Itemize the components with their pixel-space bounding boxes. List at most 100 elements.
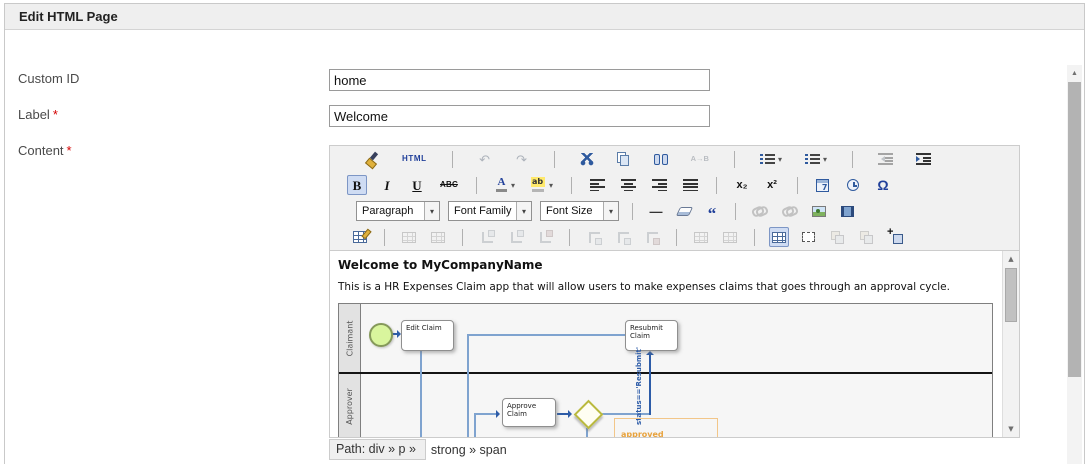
align-center-button[interactable] (618, 175, 639, 195)
lane-claimant: Claimant (345, 320, 354, 356)
align-left-button[interactable] (587, 175, 608, 195)
move-backward-icon (859, 230, 873, 244)
superscript-icon: x² (767, 178, 777, 191)
blockquote-button[interactable]: “ (702, 201, 722, 222)
task-approve-claim: Approve Claim (502, 398, 556, 427)
find-button[interactable] (651, 149, 671, 169)
insert-date-icon[interactable] (813, 175, 833, 195)
lane-divider (339, 372, 992, 374)
underline-icon: U (412, 177, 422, 193)
page-scroll-up-button[interactable]: ▲ (1067, 65, 1082, 81)
undo-icon: ↶ (479, 151, 491, 167)
align-right-button[interactable] (649, 175, 670, 195)
toolbar-separator (570, 176, 572, 194)
numbered-list-icon (804, 153, 820, 165)
numbered-list-button[interactable]: ▾ (802, 149, 830, 169)
toolbar-separator (852, 150, 853, 168)
insert-table-icon (353, 231, 367, 243)
align-justify-button[interactable] (680, 175, 701, 195)
text-color-button[interactable]: ▾ (492, 175, 518, 195)
outdent-button (875, 149, 896, 169)
align-right-icon (651, 179, 667, 191)
content-label: Content * (18, 143, 72, 158)
gateway-diamond (573, 399, 604, 430)
underline-button[interactable]: U (407, 175, 427, 195)
cleanup-icon[interactable] (362, 149, 382, 169)
insert-layer-button[interactable] (885, 226, 906, 247)
element-path-rest[interactable]: strong » span (431, 443, 507, 457)
horizontal-rule-icon: — (649, 203, 663, 219)
scroll-up-button[interactable]: ▲ (1003, 251, 1019, 267)
scrollbar-thumb[interactable] (1005, 268, 1017, 322)
flow-line (420, 351, 422, 437)
redo-button: ↷ (512, 149, 532, 169)
italic-button[interactable]: I (377, 175, 397, 195)
editor-scrollbar[interactable]: ▲ ▼ (1002, 251, 1019, 437)
insert-time-icon[interactable] (843, 175, 863, 195)
insert-media-icon (840, 205, 854, 217)
special-character-button[interactable]: Ω (873, 175, 893, 195)
merge-cells-button (720, 227, 740, 247)
visual-aid-toggle[interactable] (769, 227, 789, 247)
table-cell-properties-button (428, 227, 448, 247)
chevron-down-icon[interactable]: ▾ (516, 202, 531, 220)
chevron-down-icon[interactable]: ▾ (823, 155, 827, 164)
copy-button[interactable] (614, 149, 634, 169)
page-scrollbar-thumb[interactable] (1068, 82, 1081, 377)
chevron-down-icon[interactable]: ▾ (511, 181, 515, 190)
page-scrollbar[interactable]: ▲ (1067, 65, 1082, 464)
redo-icon: ↷ (516, 151, 528, 167)
insert-column-before-icon (588, 231, 600, 243)
table-cell-properties-icon (431, 231, 445, 243)
chevron-down-icon[interactable]: ▾ (778, 155, 782, 164)
bold-icon: B (352, 177, 362, 193)
arrowhead (646, 351, 654, 355)
toolbar-separator (796, 176, 798, 194)
chevron-down-icon[interactable]: ▾ (424, 202, 439, 220)
toolbar-separator (569, 228, 570, 246)
subscript-button[interactable]: x₂ (732, 175, 752, 195)
insert-media-button[interactable] (837, 201, 857, 221)
label-input[interactable] (329, 105, 710, 127)
chevron-down-icon[interactable]: ▾ (549, 181, 553, 190)
split-cells-button (691, 227, 711, 247)
chevron-down-icon[interactable]: ▾ (603, 202, 618, 220)
highlight-color-button[interactable]: ▾ (528, 175, 556, 195)
scroll-down-button[interactable]: ▼ (1003, 421, 1019, 437)
block-format-select-value: Paragraph (362, 205, 414, 217)
bold-button[interactable]: B (347, 175, 367, 195)
insert-image-button[interactable] (809, 201, 829, 221)
delete-row-icon (539, 229, 553, 243)
bullet-list-button[interactable]: ▾ (757, 149, 785, 169)
indent-button[interactable] (913, 149, 934, 169)
editor-content-area[interactable]: Welcome to MyCompanyName This is a HR Ex… (330, 250, 1019, 437)
cleanup-icon-icon (365, 152, 379, 166)
superscript-button[interactable]: x² (762, 175, 782, 195)
outdent-icon (878, 153, 893, 165)
strikethrough-button[interactable]: ABC (437, 175, 461, 195)
task-resubmit-claim: Resubmit Claim (625, 320, 678, 351)
move-backward-button (856, 227, 876, 247)
horizontal-rule-button[interactable]: — (646, 201, 666, 221)
page: Edit HTML Page Custom ID Label* Content*… (0, 0, 1090, 464)
block-format-select[interactable]: Paragraph ▾ (356, 201, 440, 221)
condition-label: status=='Resubmit' (635, 346, 643, 426)
remove-formatting-button[interactable] (674, 201, 694, 221)
toolbar-row-4 (330, 224, 1019, 250)
font-size-select[interactable]: Font Size ▾ (540, 201, 619, 221)
absolute-position-toggle[interactable] (798, 227, 818, 247)
html-source-button[interactable]: HTML (399, 149, 430, 169)
toolbar-row-3: Paragraph ▾ Font Family ▾ Font Size ▾ — “ (330, 198, 1019, 224)
font-family-select[interactable]: Font Family ▾ (448, 201, 532, 221)
workflow-diagram[interactable]: Claimant Approver Edit Claim Resubmit Cl… (338, 303, 993, 437)
merge-cells-icon (723, 231, 737, 243)
approved-label-box: approved (614, 418, 718, 437)
cut-button[interactable] (577, 149, 597, 169)
custom-id-input[interactable] (329, 69, 710, 91)
insert-table-button[interactable] (350, 227, 370, 247)
absolute-position-icon (801, 232, 815, 242)
insert-date-icon-icon (816, 178, 830, 192)
insert-column-after-button (613, 227, 633, 247)
find-icon (653, 153, 668, 165)
element-path[interactable]: Path: div » p » (329, 439, 426, 460)
